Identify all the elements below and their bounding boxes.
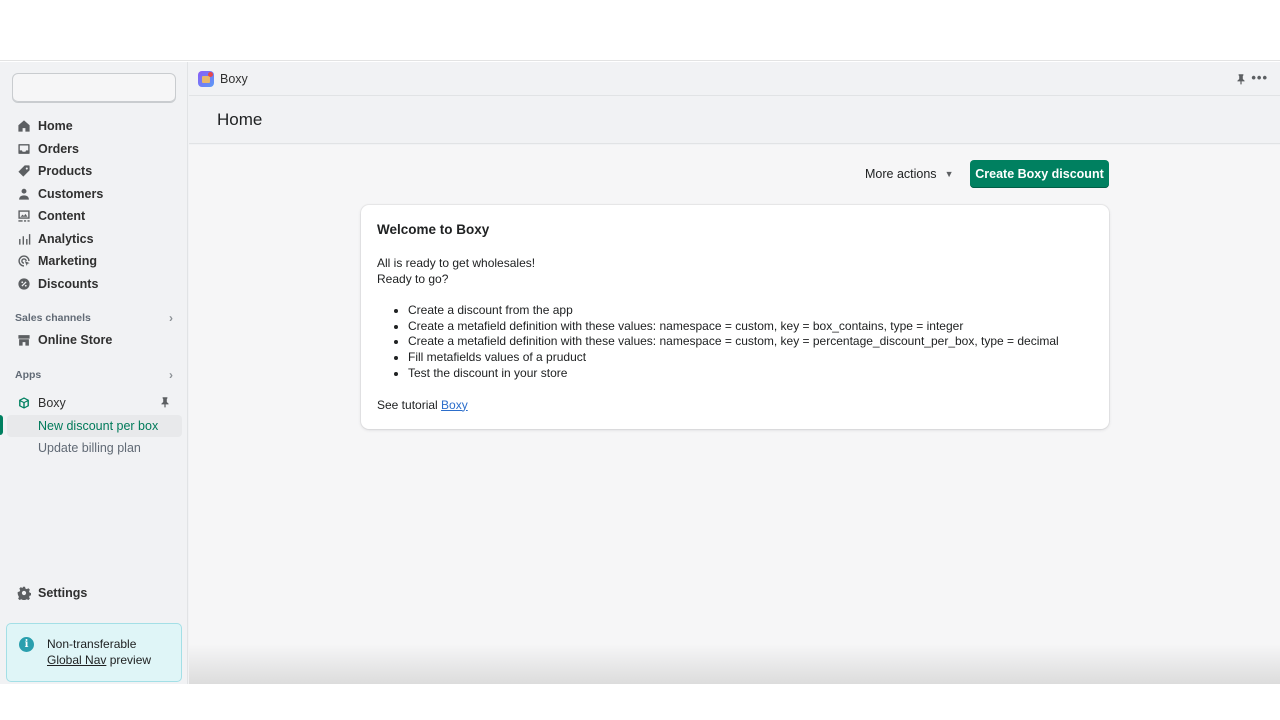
tutorial-prefix: See tutorial xyxy=(377,397,442,412)
sidebar-subitem-new-discount-per-box[interactable]: New discount per box xyxy=(7,414,182,437)
notice-line2: Global Nav preview xyxy=(47,652,171,668)
sidebar-item-label: Discounts xyxy=(38,276,99,291)
list-item: Test the discount in your store xyxy=(408,366,1093,382)
tutorial-link[interactable]: Boxy xyxy=(441,398,468,412)
intro-line: All is ready to get wholesales! xyxy=(377,256,536,270)
chevron-right-icon: › xyxy=(169,368,173,382)
pin-icon[interactable] xyxy=(159,396,171,411)
list-item: Fill metafields values of a pruduct xyxy=(408,350,1093,366)
sidebar-item-products[interactable]: Products xyxy=(0,160,188,183)
sidebar: Home Orders Products Customers Content A… xyxy=(0,62,188,684)
card-intro: All is ready to get wholesales! Ready to… xyxy=(377,255,1093,287)
create-boxy-discount-button[interactable]: Create Boxy discount xyxy=(970,160,1109,188)
browser-top-area xyxy=(0,0,1280,61)
image-icon xyxy=(17,209,31,223)
apps-list: Boxy New discount per box Update billing… xyxy=(0,392,188,459)
sidebar-item-customers[interactable]: Customers xyxy=(0,183,188,206)
settings-wrapper: Settings xyxy=(0,582,188,605)
bar-chart-icon xyxy=(17,232,31,246)
notice-suffix: preview xyxy=(106,653,152,667)
sidebar-item-marketing[interactable]: Marketing xyxy=(0,250,188,273)
sidebar-item-label: Orders xyxy=(38,141,79,156)
box-icon xyxy=(17,396,31,410)
person-icon xyxy=(17,187,31,201)
app-name: Boxy xyxy=(220,72,248,86)
sidebar-item-orders[interactable]: Orders xyxy=(0,138,188,161)
sidebar-item-label: Content xyxy=(38,209,86,224)
caret-down-icon: ▼ xyxy=(944,169,954,179)
global-nav-link[interactable]: Global Nav xyxy=(47,653,106,667)
steps-list: Create a discount from the app Create a … xyxy=(377,303,1093,382)
sales-channels-list: Online Store xyxy=(0,329,188,352)
admin-app: Home Orders Products Customers Content A… xyxy=(0,62,1280,684)
more-options-icon[interactable]: ••• xyxy=(1251,70,1268,85)
apps-label: Apps xyxy=(15,369,42,381)
chevron-right-icon: › xyxy=(169,311,173,325)
page-content: More actions ▼ Create Boxy discount Welc… xyxy=(189,145,1280,684)
sidebar-item-online-store[interactable]: Online Store xyxy=(0,329,188,352)
inbox-icon xyxy=(17,142,31,156)
sidebar-item-label: Home xyxy=(38,119,73,134)
sidebar-subitem-label: New discount per box xyxy=(38,418,159,433)
notice-line1: Non-transferable xyxy=(47,637,137,651)
global-nav-notice: i Non-transferable Global Nav preview xyxy=(6,623,182,682)
sidebar-item-label: Analytics xyxy=(38,231,94,246)
sidebar-item-home[interactable]: Home xyxy=(0,115,188,138)
bottom-shadow xyxy=(189,644,1280,684)
sidebar-item-settings[interactable]: Settings xyxy=(0,582,188,605)
info-icon: i xyxy=(19,637,34,652)
sidebar-subitem-update-billing-plan[interactable]: Update billing plan xyxy=(0,437,188,459)
card-title: Welcome to Boxy xyxy=(377,222,490,237)
boxy-logo-icon xyxy=(198,71,214,87)
app-title-bar: Boxy ••• xyxy=(189,62,1280,96)
search-input[interactable] xyxy=(12,73,176,103)
sidebar-item-label: Customers xyxy=(38,186,104,201)
sales-channels-label: Sales channels xyxy=(15,312,91,324)
sidebar-item-label: Online Store xyxy=(38,333,113,348)
sidebar-item-label: Settings xyxy=(38,586,88,601)
store-icon xyxy=(17,333,31,347)
main-nav: Home Orders Products Customers Content A… xyxy=(0,115,188,295)
sidebar-subitem-label: Update billing plan xyxy=(38,440,141,455)
gear-icon xyxy=(17,586,31,601)
active-indicator xyxy=(0,415,3,435)
tutorial-line: See tutorial Boxy xyxy=(377,398,1093,412)
intro-line: Ready to go? xyxy=(377,272,449,286)
page-header: Home xyxy=(189,97,1280,144)
list-item: Create a metafield definition with these… xyxy=(408,319,1093,335)
more-actions-button[interactable]: More actions ▼ xyxy=(865,167,953,181)
sidebar-item-discounts[interactable]: Discounts xyxy=(0,273,188,296)
apps-header[interactable]: Apps › xyxy=(15,368,175,382)
list-item: Create a metafield definition with these… xyxy=(408,334,1093,350)
tag-icon xyxy=(17,164,31,178)
welcome-card: Welcome to Boxy All is ready to get whol… xyxy=(361,205,1109,429)
main-area: Boxy ••• Home More actions ▼ Create Boxy… xyxy=(189,62,1280,684)
sales-channels-header[interactable]: Sales channels › xyxy=(15,311,175,325)
list-item: Create a discount from the app xyxy=(408,303,1093,319)
sidebar-item-label: Products xyxy=(38,164,93,179)
sidebar-item-boxy[interactable]: Boxy xyxy=(0,392,188,415)
sidebar-item-content[interactable]: Content xyxy=(0,205,188,228)
target-icon xyxy=(17,254,31,268)
page-title: Home xyxy=(217,110,263,129)
more-actions-label: More actions xyxy=(865,167,937,181)
home-icon xyxy=(17,119,31,133)
sidebar-item-analytics[interactable]: Analytics xyxy=(0,228,188,251)
sidebar-item-label: Boxy xyxy=(38,396,66,411)
discount-icon xyxy=(17,277,31,291)
pin-icon[interactable] xyxy=(1235,72,1247,86)
sidebar-item-label: Marketing xyxy=(38,254,98,269)
browser-bottom-area xyxy=(0,684,1280,720)
